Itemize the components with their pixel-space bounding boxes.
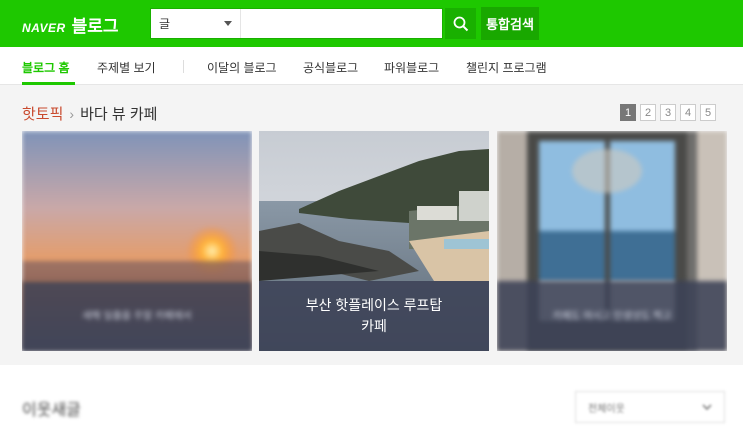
search-button[interactable]	[445, 8, 476, 39]
total-search-button[interactable]: 통합검색	[481, 7, 539, 40]
hot-topic-card-2[interactable]: 부산 핫플레이스 루프탑 카페	[259, 131, 489, 351]
nav-power-blogs[interactable]: 파워블로그	[384, 59, 439, 76]
nav-official-blogs[interactable]: 공식블로그	[303, 59, 358, 76]
top-header: NAVER 블로그 글 통합검색	[0, 0, 743, 47]
hot-topic-card-3[interactable]: 카페도 여시고 인생샷도 찍고	[497, 131, 727, 351]
search-scope-label: 글	[159, 17, 171, 31]
hot-topic-breadcrumb: 핫토픽 › 바다 뷰 카페	[22, 103, 157, 124]
naver-blog-logo[interactable]: NAVER 블로그	[22, 12, 119, 36]
search-input[interactable]	[241, 9, 442, 38]
card-caption: 부산 핫플레이스 루프탑 카페	[259, 281, 489, 351]
nav-blog-of-month[interactable]: 이달의 블로그	[207, 59, 277, 76]
page-button-1[interactable]: 1	[620, 104, 636, 121]
caret-down-icon	[224, 21, 232, 26]
naver-brand: NAVER	[22, 21, 66, 35]
hot-topic-pager: 1 2 3 4 5	[620, 104, 716, 121]
page-button-2[interactable]: 2	[640, 104, 656, 121]
page-button-3[interactable]: 3	[660, 104, 676, 121]
card-caption: 카페도 여시고 인생샷도 찍고	[497, 281, 727, 351]
search-icon	[453, 16, 468, 31]
filter-value: 전체이웃	[588, 403, 625, 415]
nav-divider	[183, 60, 184, 73]
hot-topic-section: 핫토픽 › 바다 뷰 카페 1 2 3 4 5 새해 일출을 주말 카페에서 부…	[0, 85, 743, 365]
card-caption: 새해 일출을 주말 카페에서	[22, 281, 252, 351]
page-button-5[interactable]: 5	[700, 104, 716, 121]
neighbors-filter-select[interactable]: 전체이웃	[575, 391, 725, 423]
chevron-right-icon: ›	[69, 105, 75, 122]
hot-topic-card-1[interactable]: 새해 일출을 주말 카페에서	[22, 131, 252, 351]
nav-challenge-program[interactable]: 챌린지 프로그램	[466, 59, 547, 76]
hot-topic-label[interactable]: 핫토픽	[22, 103, 63, 124]
chevron-down-icon	[702, 404, 712, 410]
nav-by-topic[interactable]: 주제별 보기	[97, 59, 156, 76]
search-box: 글	[150, 8, 443, 39]
blog-product-name: 블로그	[71, 17, 119, 36]
nav-blog-home[interactable]: 블로그 홈	[22, 59, 70, 76]
hot-topic-title: 바다 뷰 카페	[80, 106, 158, 123]
neighbors-new-posts-title: 이웃새글	[22, 402, 81, 419]
page-button-4[interactable]: 4	[680, 104, 696, 121]
search-scope-select[interactable]: 글	[151, 9, 241, 38]
main-nav: 블로그 홈 주제별 보기 이달의 블로그 공식블로그 파워블로그 챌린지 프로그…	[0, 47, 743, 85]
